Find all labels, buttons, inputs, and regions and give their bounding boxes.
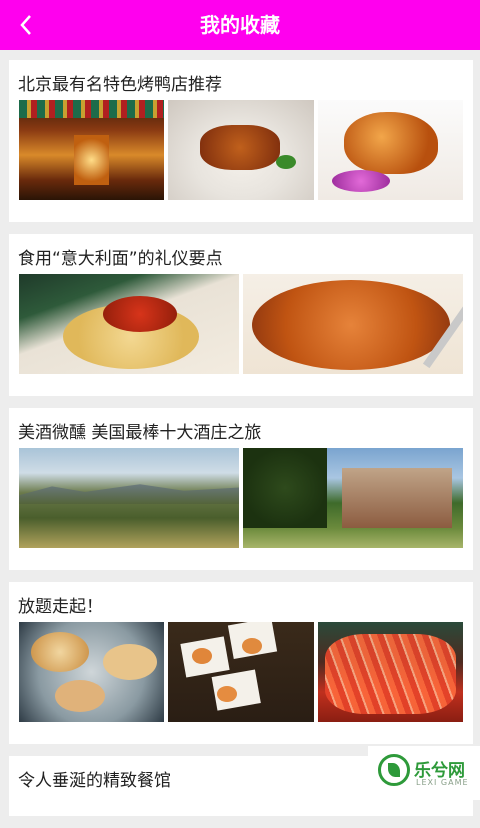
favorite-image bbox=[243, 448, 463, 548]
watermark: 乐兮网 LEXI GAME bbox=[368, 746, 480, 800]
favorite-card-title: 食用“意大利面”的礼仪要点 bbox=[18, 249, 223, 269]
favorite-image bbox=[19, 448, 239, 548]
page-title: 我的收藏 bbox=[200, 13, 280, 37]
leaf-logo-icon bbox=[378, 754, 410, 786]
favorites-list: 北京最有名特色烤鸭店推荐 食用“意大利面”的礼仪要点 美酒微醺 美国最棒十大酒庄… bbox=[9, 60, 473, 828]
favorite-image bbox=[243, 274, 463, 374]
favorite-card-images bbox=[19, 448, 463, 548]
favorite-card-images bbox=[19, 100, 463, 200]
favorite-card[interactable]: 放题走起！ bbox=[9, 582, 473, 744]
favorite-card-images bbox=[19, 622, 463, 722]
favorite-image bbox=[19, 100, 165, 200]
favorite-card-title: 美酒微醺 美国最棒十大酒庄之旅 bbox=[18, 423, 262, 443]
favorite-card-title: 令人垂涎的精致餐馆 bbox=[18, 771, 171, 791]
favorite-card-title: 北京最有名特色烤鸭店推荐 bbox=[18, 75, 222, 95]
favorite-image bbox=[168, 622, 314, 722]
top-bar: 我的收藏 bbox=[0, 0, 480, 50]
favorite-image bbox=[317, 100, 463, 200]
favorite-card[interactable]: 美酒微醺 美国最棒十大酒庄之旅 bbox=[9, 408, 473, 570]
favorite-image bbox=[168, 100, 314, 200]
favorite-image bbox=[317, 622, 463, 722]
favorite-card-title: 放题走起！ bbox=[18, 597, 103, 617]
watermark-subtitle: LEXI GAME bbox=[416, 778, 469, 787]
favorite-card[interactable]: 北京最有名特色烤鸭店推荐 bbox=[9, 60, 473, 222]
favorite-card-images bbox=[19, 274, 463, 374]
favorite-image bbox=[19, 622, 165, 722]
favorite-card[interactable]: 食用“意大利面”的礼仪要点 bbox=[9, 234, 473, 396]
favorite-image bbox=[19, 274, 239, 374]
